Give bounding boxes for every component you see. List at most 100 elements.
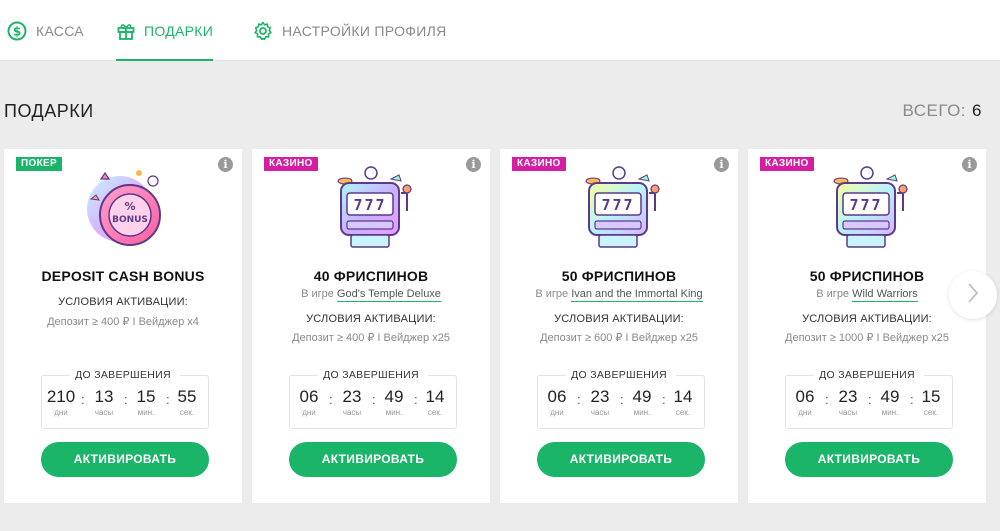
total-value: 6: [972, 101, 982, 120]
countdown-timer: 210 дни : 13 часы : 15 мин. : 55 сек.: [41, 369, 209, 429]
timer-hours-unit: часы: [838, 408, 858, 417]
timer-minutes-unit: мин.: [137, 408, 155, 417]
countdown-label: ДО ЗАВЕРШЕНИЯ: [323, 369, 419, 381]
top-nav: $ КАССА ПОДАРКИ НАСТРОЙКИ ПРОФИЛЯ: [0, 0, 1000, 61]
tab-gifts-label: ПОДАРКИ: [144, 22, 214, 39]
game-name-link[interactable]: Wild Warriors: [852, 288, 918, 302]
svg-text:$: $: [13, 24, 21, 38]
slot-reels-text: 777: [353, 196, 386, 214]
timer-hours-unit: часы: [94, 408, 114, 417]
slot-reels-text: 777: [849, 196, 882, 214]
dollar-coin-icon: $: [6, 20, 28, 42]
countdown-timer: 06 дни : 23 часы : 49 мин. : 14 сек.: [289, 369, 457, 429]
timer-days-unit: дни: [54, 408, 68, 417]
conditions-title: УСЛОВИЯ АКТИВАЦИИ:: [306, 313, 436, 325]
conditions-text: Депозит ≥ 1000 ₽ I Вейджер x25: [785, 332, 949, 344]
game-prefix: В игре: [535, 288, 569, 300]
gift-card: КАЗИНО i 777 40 ФРИСПИНОВ В игре God's T…: [252, 149, 490, 503]
slot-reels-text: 777: [601, 196, 634, 214]
timer-seconds: 15: [921, 387, 941, 406]
category-badge: КАЗИНО: [512, 157, 566, 171]
slot-machine-illustration: 777: [585, 166, 660, 248]
timer-hours-unit: часы: [590, 408, 610, 417]
gift-card: ПОКЕР i % BONUS DEPOSIT CASH BONUS УСЛОВ…: [4, 149, 242, 503]
card-title: 40 ФРИСПИНОВ: [313, 268, 429, 284]
tab-kassa-label: КАССА: [36, 22, 84, 39]
timer-minutes: 49: [384, 387, 404, 406]
timer-seconds-unit: сек.: [179, 408, 195, 417]
gift-icon: [116, 20, 136, 42]
card-title: DEPOSIT CASH BONUS: [41, 268, 205, 284]
tab-profile-settings-label: НАСТРОЙКИ ПРОФИЛЯ: [282, 22, 447, 39]
countdown-timer: 06 дни : 23 часы : 49 мин. : 15 сек.: [785, 369, 953, 429]
info-icon[interactable]: i: [962, 157, 977, 172]
game-name-link[interactable]: Ivan and the Immortal King: [571, 288, 703, 302]
total-count: ВСЕГО: 6: [902, 101, 982, 121]
timer-seconds-unit: сек.: [427, 408, 443, 417]
game-line: В игре God's Temple Deluxe: [252, 288, 490, 302]
slot-machine-illustration: 777: [337, 166, 412, 248]
gear-icon: [252, 20, 274, 42]
activate-button[interactable]: АКТИВИРОВАТЬ: [289, 442, 457, 477]
card-title: 50 ФРИСПИНОВ: [561, 268, 677, 284]
info-icon[interactable]: i: [218, 157, 233, 172]
tab-profile-settings[interactable]: НАСТРОЙКИ ПРОФИЛЯ: [252, 0, 447, 61]
timer-minutes-unit: мин.: [881, 408, 899, 417]
category-badge: ПОКЕР: [16, 157, 62, 171]
chevron-right-icon: [966, 282, 980, 309]
bonus-percent-text: %: [124, 200, 135, 213]
card-title: 50 ФРИСПИНОВ: [809, 268, 925, 284]
activate-button[interactable]: АКТИВИРОВАТЬ: [785, 442, 953, 477]
timer-minutes-unit: мин.: [385, 408, 403, 417]
game-line: В игре Ivan and the Immortal King: [500, 288, 738, 302]
timer-hours: 23: [838, 387, 858, 406]
timer-minutes: 49: [632, 387, 652, 406]
game-prefix: В игре: [816, 288, 850, 300]
slot-machine-illustration: 777: [833, 166, 908, 248]
conditions-title: УСЛОВИЯ АКТИВАЦИИ:: [802, 313, 932, 325]
tab-kassa[interactable]: $ КАССА: [6, 0, 84, 61]
timer-seconds: 55: [177, 387, 197, 406]
info-icon[interactable]: i: [714, 157, 729, 172]
timer-minutes: 49: [880, 387, 900, 406]
timer-seconds-unit: сек.: [923, 408, 939, 417]
gift-card: КАЗИНО i 777 50 ФРИСПИНОВ В игре Wild Wa…: [748, 149, 986, 503]
conditions-title: УСЛОВИЯ АКТИВАЦИИ:: [58, 296, 188, 308]
tab-gifts[interactable]: ПОДАРКИ: [116, 0, 213, 61]
timer-minutes-unit: мин.: [633, 408, 651, 417]
countdown-label: ДО ЗАВЕРШЕНИЯ: [571, 369, 667, 381]
total-label: ВСЕГО:: [902, 101, 967, 120]
timer-seconds: 14: [673, 387, 693, 406]
page-title: ПОДАРКИ: [4, 101, 94, 121]
activate-button[interactable]: АКТИВИРОВАТЬ: [537, 442, 705, 477]
countdown-label: ДО ЗАВЕРШЕНИЯ: [75, 369, 171, 381]
category-badge: КАЗИНО: [264, 157, 318, 171]
bonus-chip-illustration: % BONUS: [87, 170, 161, 246]
countdown-timer: 06 дни : 23 часы : 49 мин. : 14 сек.: [537, 369, 705, 429]
timer-days: 06: [547, 387, 567, 406]
conditions-text: Депозит ≥ 400 ₽ I Вейджер x4: [47, 316, 199, 328]
timer-days: 06: [795, 387, 815, 406]
timer-hours: 23: [342, 387, 362, 406]
countdown-label: ДО ЗАВЕРШЕНИЯ: [819, 369, 915, 381]
timer-seconds: 14: [425, 387, 445, 406]
timer-hours: 23: [590, 387, 610, 406]
timer-days: 06: [299, 387, 319, 406]
activate-button[interactable]: АКТИВИРОВАТЬ: [41, 442, 209, 477]
timer-days-unit: дни: [550, 408, 564, 417]
timer-days: 210: [46, 387, 76, 406]
info-icon[interactable]: i: [466, 157, 481, 172]
game-name-link[interactable]: God's Temple Deluxe: [336, 288, 441, 302]
timer-hours-unit: часы: [342, 408, 362, 417]
carousel-next-button[interactable]: [949, 271, 997, 319]
gift-card: КАЗИНО i 777 50 ФРИСПИНОВ В игре Ivan an…: [500, 149, 738, 503]
category-badge: КАЗИНО: [760, 157, 814, 171]
conditions-title: УСЛОВИЯ АКТИВАЦИИ:: [554, 313, 684, 325]
timer-days-unit: дни: [798, 408, 812, 417]
timer-hours: 13: [94, 387, 114, 406]
timer-seconds-unit: сек.: [675, 408, 691, 417]
conditions-text: Депозит ≥ 600 ₽ I Вейджер x25: [540, 332, 698, 344]
game-prefix: В игре: [301, 288, 334, 300]
conditions-text: Депозит ≥ 400 ₽ I Вейджер x25: [292, 332, 450, 344]
timer-days-unit: дни: [302, 408, 316, 417]
